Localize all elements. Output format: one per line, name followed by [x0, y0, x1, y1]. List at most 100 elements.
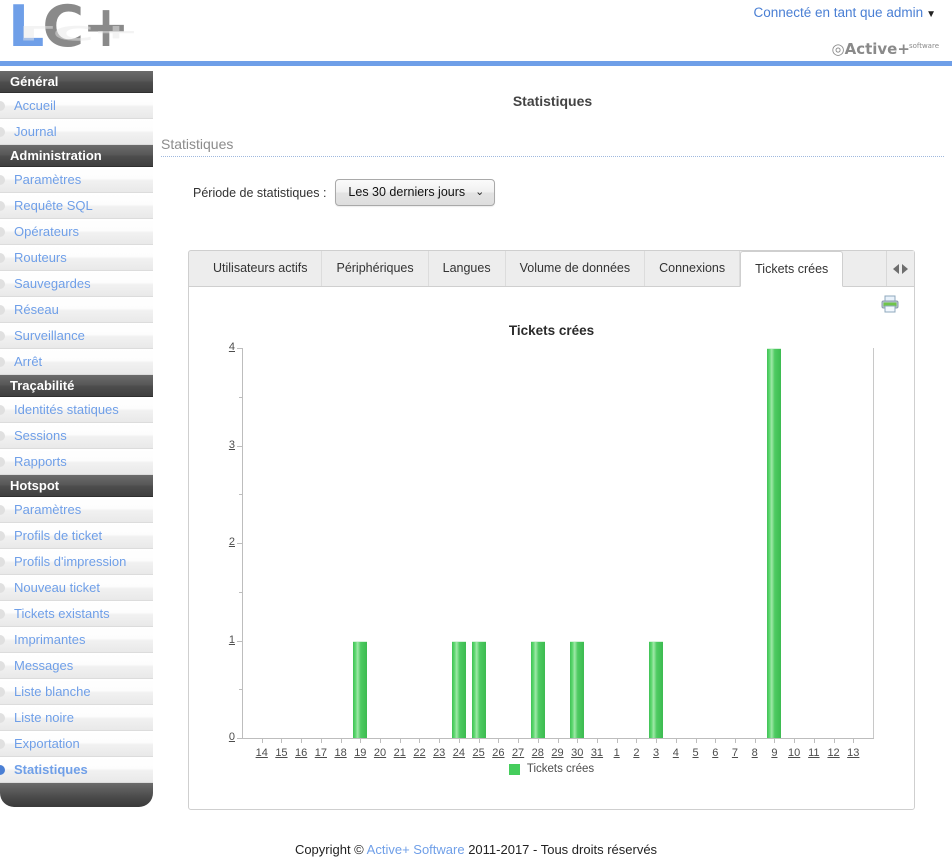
sidebar-item-exportation[interactable]: Exportation [0, 731, 153, 757]
x-axis-tick [458, 738, 460, 743]
chart-bar[interactable] [649, 640, 664, 738]
sidebar-item-label: Réseau [14, 302, 59, 317]
sidebar-item-liste-noire[interactable]: Liste noire [0, 705, 153, 731]
copyright-suffix: 2011-2017 - Tous droits réservés [468, 842, 658, 857]
tab-utilisateurs-actifs[interactable]: Utilisateurs actifs [199, 251, 323, 286]
x-axis-label: 14 [255, 747, 268, 759]
x-axis-label: 8 [751, 747, 758, 759]
sidebar-item-label: Exportation [14, 736, 80, 751]
sidebar: Général Accueil Journal Administration Param… [0, 71, 153, 831]
y-axis-minor-tick [239, 396, 243, 398]
user-menu[interactable]: Connecté en tant que admin ▼ [753, 5, 936, 20]
sidebar-item-surveillance[interactable]: Surveillance [0, 323, 153, 349]
y-axis-label: 3 [228, 438, 235, 451]
sidebar-item-identit-s-statiques[interactable]: Identités statiques [0, 397, 153, 423]
x-axis-label: 9 [771, 747, 778, 759]
sidebar-item-journal[interactable]: Journal [0, 119, 153, 145]
sidebar-item-sessions[interactable]: Sessions [0, 423, 153, 449]
scroll-right-icon[interactable] [902, 263, 908, 274]
y-axis-tick [237, 348, 243, 349]
chart-bar[interactable] [570, 640, 585, 738]
sidebar-item-sauvegardes[interactable]: Sauvegardes [0, 271, 153, 297]
tab-volume-de-donn-es[interactable]: Volume de données [506, 251, 646, 286]
y-axis-minor-tick [239, 689, 243, 691]
sidebar-item-label: Profils d'impression [14, 554, 127, 569]
bullet-icon [0, 101, 5, 111]
x-axis-tick [695, 738, 697, 743]
period-label: Période de statistiques : [193, 185, 327, 200]
user-menu-label: Connecté en tant que admin [753, 5, 924, 20]
x-axis-tick [656, 738, 658, 743]
x-axis-label: 3 [653, 747, 660, 759]
x-axis-label: 22 [413, 747, 426, 759]
y-axis-label: 2 [228, 536, 235, 548]
x-axis-label: 29 [551, 747, 564, 759]
sidebar-item-label: Sessions [14, 428, 67, 443]
bullet-icon [0, 765, 5, 775]
y-axis-tick [237, 543, 243, 544]
sidebar-item-tickets-existants[interactable]: Tickets existants [0, 601, 153, 627]
plot-region: 0 1 2 3 4 14 15 16 17 18 19 20 21 22 23 24 25 26 27 28 29 30 3… [219, 341, 874, 759]
x-axis-tick [301, 738, 303, 743]
main-content: Statistiques Statistiques Période de sta… [153, 71, 952, 831]
sidebar-item-r-seau[interactable]: Réseau [0, 297, 153, 323]
chevron-down-icon: ▼ [926, 9, 936, 20]
printer-icon[interactable] [880, 295, 900, 313]
chart-bar[interactable] [530, 640, 545, 738]
bullet-icon [0, 431, 5, 441]
chart-legend: Tickets crées [189, 763, 914, 775]
tab-connexions[interactable]: Connexions [645, 251, 741, 286]
sidebar-item-routeurs[interactable]: Routeurs [0, 245, 153, 271]
x-axis-tick [360, 738, 362, 743]
x-axis-tick [833, 738, 835, 743]
x-axis-label: 28 [531, 747, 544, 759]
sidebar-item-requ-te-sql[interactable]: Requête SQL [0, 193, 153, 219]
tab-tickets-cr-es[interactable]: Tickets crées [740, 251, 844, 287]
x-axis-label: 2 [633, 747, 640, 759]
bullet-icon [0, 127, 5, 137]
x-axis-label: 20 [373, 747, 387, 759]
tab-p-riph-riques[interactable]: Périphériques [322, 251, 429, 286]
sidebar-group-header: Administration [0, 145, 153, 167]
x-axis-label: 4 [672, 747, 679, 759]
sidebar-item-profils-d-impression[interactable]: Profils d'impression [0, 549, 153, 575]
period-select[interactable]: Les 30 derniers jours ⌄ [335, 179, 496, 206]
sidebar-item-messages[interactable]: Messages [0, 653, 153, 679]
sidebar-item-profils-de-ticket[interactable]: Profils de ticket [0, 523, 153, 549]
sidebar-item-param-tres[interactable]: Paramètres [0, 167, 153, 193]
sidebar-item-rapports[interactable]: Rapports [0, 449, 153, 475]
sidebar-item-label: Tickets existants [14, 606, 110, 621]
sidebar-item-label: Profils de ticket [14, 528, 103, 543]
sidebar-item-label: Rapports [14, 454, 67, 469]
bullet-icon [0, 687, 5, 697]
y-axis-tick [237, 640, 243, 642]
page-footer: Copyright © Active+ Software 2011-2017 -… [0, 831, 952, 866]
chart-bar[interactable] [471, 640, 486, 738]
x-axis-tick [537, 738, 539, 743]
chart-bar[interactable] [353, 640, 368, 738]
tab-langues[interactable]: Langues [429, 251, 506, 286]
sidebar-item-statistiques[interactable]: Statistiques [0, 757, 153, 783]
bullet-icon [0, 227, 5, 237]
sidebar-group-header: Hotspot [0, 475, 153, 497]
app-logo[interactable]: LC+ LC+ [8, 0, 158, 66]
scroll-left-icon[interactable] [893, 263, 899, 274]
sidebar-item-param-tres[interactable]: Paramètres [0, 497, 153, 523]
sidebar-item-label: Surveillance [14, 328, 85, 343]
chart-bar[interactable] [451, 640, 466, 738]
sidebar-item-imprimantes[interactable]: Imprimantes [0, 627, 153, 653]
vendor-link[interactable]: Active+ Software [367, 842, 465, 857]
sidebar-item-nouveau-ticket[interactable]: Nouveau ticket [0, 575, 153, 601]
x-axis-tick [734, 738, 736, 743]
x-axis-label: 31 [590, 747, 604, 759]
sidebar-item-arr-t[interactable]: Arrêt [0, 349, 153, 375]
chart-bar[interactable] [767, 348, 782, 738]
sidebar-item-accueil[interactable]: Accueil [0, 93, 153, 119]
sidebar-item-liste-blanche[interactable]: Liste blanche [0, 679, 153, 705]
logo-reflection: LC+ [18, 20, 138, 44]
x-axis-label: 15 [275, 747, 288, 759]
sidebar-item-op-rateurs[interactable]: Opérateurs [0, 219, 153, 245]
y-axis-minor-tick [239, 494, 243, 496]
x-axis-tick [399, 738, 401, 743]
x-axis-label: 16 [295, 747, 308, 759]
